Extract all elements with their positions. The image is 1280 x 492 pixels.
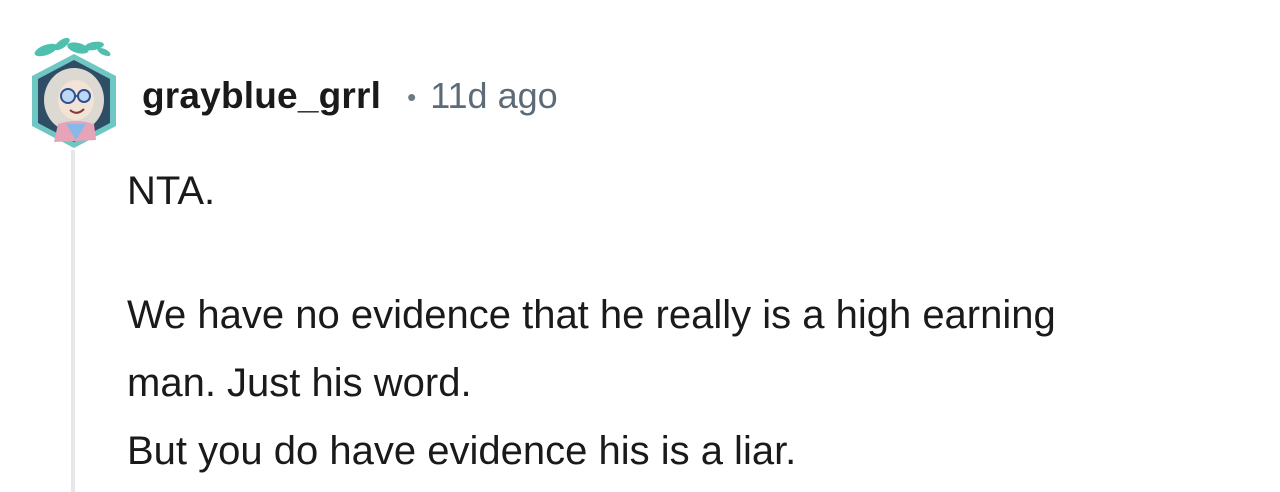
comment-line: But you do have evidence his is a liar. [127,429,797,473]
username-link[interactable]: grayblue_grrl [142,75,381,117]
separator-dot: • [407,81,417,112]
timestamp[interactable]: 11d ago [430,75,557,117]
comment-paragraph: NTA. [127,169,216,213]
comment-line: We have no evidence that he really is a … [127,293,1056,337]
comment-body: NTA. We have no evidence that he really … [127,163,1267,473]
comment-paragraph: We have no evidence that he really is a … [127,281,1267,485]
user-avatar[interactable] [24,34,124,148]
thread-line[interactable] [71,150,75,492]
comment-line: man. Just his word. [127,361,472,405]
comment: grayblue_grrl • 11d ago NTA. We have no … [0,0,1280,492]
snoo-avatar-icon [32,37,116,148]
comment-meta: grayblue_grrl • 11d ago [142,72,558,120]
